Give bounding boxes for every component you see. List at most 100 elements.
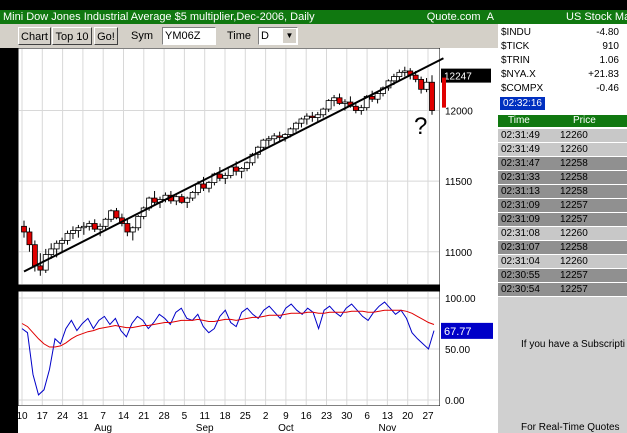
trade-time: 02:31:08: [501, 228, 540, 239]
x-tick-label: 21: [138, 411, 150, 422]
x-tick-label: 10: [18, 411, 28, 422]
chart-area: 10 17 24 31 7 14 21 28 5 11 18 25 2 9 16 23 30 6 13 20 27 Aug…: [18, 48, 498, 433]
candle-body: [178, 196, 185, 203]
candle-body: [108, 210, 114, 220]
x-tick-label: 6: [364, 411, 370, 422]
x-month-label: Nov: [379, 423, 397, 433]
quote-symbol: $COMPX: [501, 83, 544, 94]
candle-body: [423, 81, 430, 90]
quote-row[interactable]: $NYA.X +21.83: [498, 68, 627, 82]
candle-body: [31, 244, 38, 267]
trade-time: 02:30:55: [501, 270, 540, 281]
candle-body: [325, 100, 332, 110]
x-tick-label: 28: [159, 411, 171, 422]
window-title: Mini Dow Jones Industrial Average $5 mul…: [3, 11, 315, 23]
candle-body: [309, 115, 316, 118]
clock-display: 02:32:16: [500, 97, 545, 110]
candle-body: [75, 227, 82, 231]
time-select-value: D: [261, 30, 269, 42]
time-label: Time: [227, 30, 252, 42]
x-tick-label: 24: [57, 411, 69, 422]
candle-body: [320, 108, 327, 116]
x-month-label: Aug: [94, 423, 112, 433]
trade-time: 02:31:33: [501, 172, 540, 183]
candle-body: [70, 230, 76, 234]
quote-row[interactable]: $TICK 910: [498, 40, 627, 54]
quote-symbol: $NYA.X: [501, 69, 536, 80]
current-bar-marker: [442, 77, 446, 108]
quote-value: -0.46: [596, 83, 619, 94]
x-tick-label: 7: [100, 411, 106, 422]
candle-body: [200, 183, 207, 189]
candle-body: [287, 128, 294, 135]
candle-body: [26, 231, 33, 246]
candle-body: [86, 223, 93, 227]
x-tick-label: 14: [118, 411, 130, 422]
x-tick-label: 23: [321, 411, 333, 422]
quote-value: +21.83: [588, 69, 619, 80]
go-button[interactable]: Go!: [94, 27, 118, 45]
trade-row: 02:31:09 12257: [498, 199, 627, 212]
x-tick-label: 13: [382, 411, 394, 422]
quote-symbol: $TICK: [501, 41, 530, 52]
candle-body: [342, 101, 348, 104]
candle-body: [233, 166, 240, 172]
trade-row: 02:31:09 12257: [498, 213, 627, 226]
quote-row[interactable]: $COMPX -0.46: [498, 82, 627, 96]
x-tick-label: 27: [422, 411, 434, 422]
symbol-input[interactable]: YM06Z: [162, 27, 216, 45]
candle-body: [418, 79, 425, 90]
quote-symbol: $TRIN: [501, 55, 530, 66]
quote-row[interactable]: $INDU -4.80: [498, 26, 627, 40]
y-tick-label: 11500: [445, 177, 473, 188]
candle-body: [396, 71, 403, 77]
candle-body: [374, 93, 381, 100]
sidebar: US Stock Mar $INDU -4.80 $TICK 910 $TRIN 1.06…: [498, 10, 627, 433]
candle-body: [401, 70, 408, 73]
trade-price: 12257: [560, 270, 588, 281]
trade-price: 12257: [560, 214, 588, 225]
time-select[interactable]: D ▼: [258, 27, 298, 45]
candle-body: [195, 183, 201, 193]
trade-time: 02:30:54: [501, 284, 540, 295]
trade-time: 02:31:07: [501, 242, 540, 253]
x-tick-label: 9: [283, 411, 289, 422]
provider-label: Quote.com A: [426, 11, 494, 23]
trade-time: 02:31:49: [501, 144, 540, 155]
candle-body: [352, 105, 359, 111]
osc-value-label: 67.77: [444, 326, 472, 338]
subscription-message: If you have a Subscripti: [521, 339, 625, 350]
trade-row: 02:31:07 12258: [498, 241, 627, 254]
chart-button[interactable]: Chart: [18, 27, 51, 45]
quote-symbol: $INDU: [501, 27, 532, 38]
trade-row: 02:31:13 12258: [498, 185, 627, 198]
candle-body: [265, 138, 272, 141]
trade-price: 12260: [560, 256, 588, 267]
top10-button[interactable]: Top 10: [52, 27, 92, 45]
realtime-message: For Real-Time Quotes: [521, 422, 620, 433]
trade-row: 02:31:49 12260: [498, 143, 627, 156]
x-tick-label: 25: [240, 411, 252, 422]
candle-body: [358, 107, 365, 111]
chevron-down-icon[interactable]: ▼: [282, 29, 296, 43]
candle-body: [369, 95, 376, 100]
osc-tick-label: 100.00: [445, 294, 476, 305]
candle-body: [91, 223, 98, 230]
time-column-header: Time: [508, 115, 530, 126]
x-tick-label: 16: [301, 411, 313, 422]
candle-body: [391, 76, 397, 82]
trade-time: 02:31:47: [501, 158, 540, 169]
x-tick-label: 31: [77, 411, 89, 422]
candle-body: [113, 210, 120, 219]
candle-body: [64, 232, 71, 241]
candle-body: [271, 135, 278, 140]
quote-row[interactable]: $TRIN 1.06: [498, 54, 627, 68]
window-title-bar: Mini Dow Jones Industrial Average $5 mul…: [0, 10, 498, 24]
candle-body: [331, 97, 337, 102]
candle-body: [238, 168, 245, 172]
x-tick-label: 2: [263, 411, 269, 422]
trade-price: 12258: [560, 242, 588, 253]
last-price-label: 12247: [444, 72, 472, 83]
candle-body: [151, 197, 158, 203]
candle-body: [276, 135, 283, 138]
